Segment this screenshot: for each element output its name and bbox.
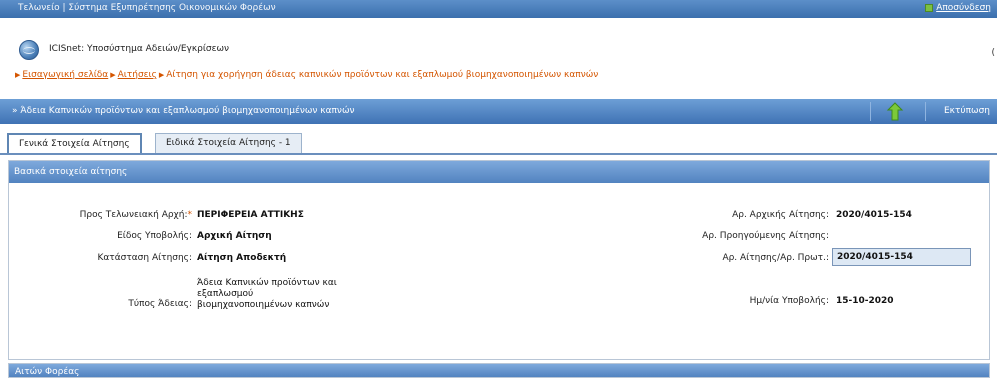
globe-icon bbox=[19, 40, 39, 60]
permit-type-value: Άδεια Καπνικών προϊόντων και εξαπλωσμού … bbox=[197, 278, 337, 310]
customs-authority-value: ΠΕΡΙΦΕΡΕΙΑ ΑΤΤΙΚΗΣ bbox=[197, 210, 304, 220]
section-title: » Άδεια Καπνικών προϊόντων και εξαπλωσμο… bbox=[12, 106, 355, 116]
request-protocol-number-label: Αρ. Αίτησης/Αρ. Πρωτ.: bbox=[722, 253, 829, 263]
breadcrumb-home-link[interactable]: Εισαγωγική σελίδα bbox=[22, 70, 108, 80]
customs-authority-label: Προς Τελωνειακή Αρχή:* bbox=[79, 210, 192, 220]
tab-bar: Γενικά Στοιχεία Αίτησης Ειδικά Στοιχεία … bbox=[0, 124, 997, 154]
section-bar: » Άδεια Καπνικών προϊόντων και εξαπλωσμο… bbox=[0, 99, 997, 124]
breadcrumb-requests-link[interactable]: Αιτήσεις bbox=[118, 70, 157, 80]
request-protocol-number-field[interactable]: 2020/4015-154 bbox=[832, 248, 971, 266]
previous-request-number-label: Αρ. Προηγούμενης Αίτησης: bbox=[702, 231, 829, 241]
back-arrow-icon[interactable] bbox=[886, 102, 904, 121]
app-title: ICISnet: Υποσύστημα Αδειών/Εγκρίσεων bbox=[49, 44, 230, 54]
submission-date-value: 15-10-2020 bbox=[836, 296, 894, 306]
section-divider bbox=[870, 102, 871, 121]
section-divider bbox=[925, 102, 926, 121]
request-status-value: Αίτηση Αποδεκτή bbox=[197, 253, 287, 263]
header-right-mark: ( bbox=[991, 48, 995, 58]
print-button[interactable]: Εκτύπωση bbox=[944, 106, 990, 116]
status-icon bbox=[925, 4, 934, 12]
chevron-right-icon: ▶ bbox=[158, 71, 165, 79]
submission-type-label: Είδος Υποβολής: bbox=[117, 231, 192, 241]
topbar-title: Τελωνείο | Σύστημα Εξυπηρέτησης Οικονομι… bbox=[18, 3, 276, 13]
top-bar: Τελωνείο | Σύστημα Εξυπηρέτησης Οικονομι… bbox=[0, 0, 997, 18]
applicant-panel-header: Αιτών Φορέας bbox=[8, 363, 990, 378]
app-header bbox=[0, 18, 997, 98]
permit-type-label: Τύπος Άδειας: bbox=[128, 299, 192, 309]
breadcrumb-current: Αίτηση για χορήγηση άδειας καπνικών προϊ… bbox=[166, 70, 599, 80]
initial-request-number-value: 2020/4015-154 bbox=[836, 210, 912, 220]
tab-general-info[interactable]: Γενικά Στοιχεία Αίτησης bbox=[7, 133, 142, 154]
chevron-right-icon: ▶ bbox=[110, 71, 116, 79]
chevron-right-icon: ▶ bbox=[15, 71, 21, 79]
tab-special-info-1[interactable]: Ειδικά Στοιχεία Αίτησης - 1 bbox=[155, 133, 302, 154]
tab-underline bbox=[0, 153, 997, 155]
topbar-user-area: Αποσύνδεση bbox=[925, 3, 991, 13]
initial-request-number-label: Αρ. Αρχικής Αίτησης: bbox=[732, 210, 829, 220]
breadcrumb: ▶ Εισαγωγική σελίδα ▶ Αιτήσεις ▶ Αίτηση για χ… bbox=[13, 70, 598, 80]
logout-link[interactable]: Αποσύνδεση bbox=[936, 3, 991, 13]
panel-title: Βασικά στοιχεία αίτησης bbox=[14, 167, 128, 177]
request-status-label: Κατάσταση Αίτησης: bbox=[97, 253, 192, 263]
applicant-panel-title: Αιτών Φορέας bbox=[15, 367, 80, 377]
submission-date-label: Ημ/νία Υποβολής: bbox=[749, 296, 829, 306]
panel-header: Βασικά στοιχεία αίτησης bbox=[9, 161, 989, 183]
submission-type-value: Αρχική Αίτηση bbox=[197, 231, 272, 241]
